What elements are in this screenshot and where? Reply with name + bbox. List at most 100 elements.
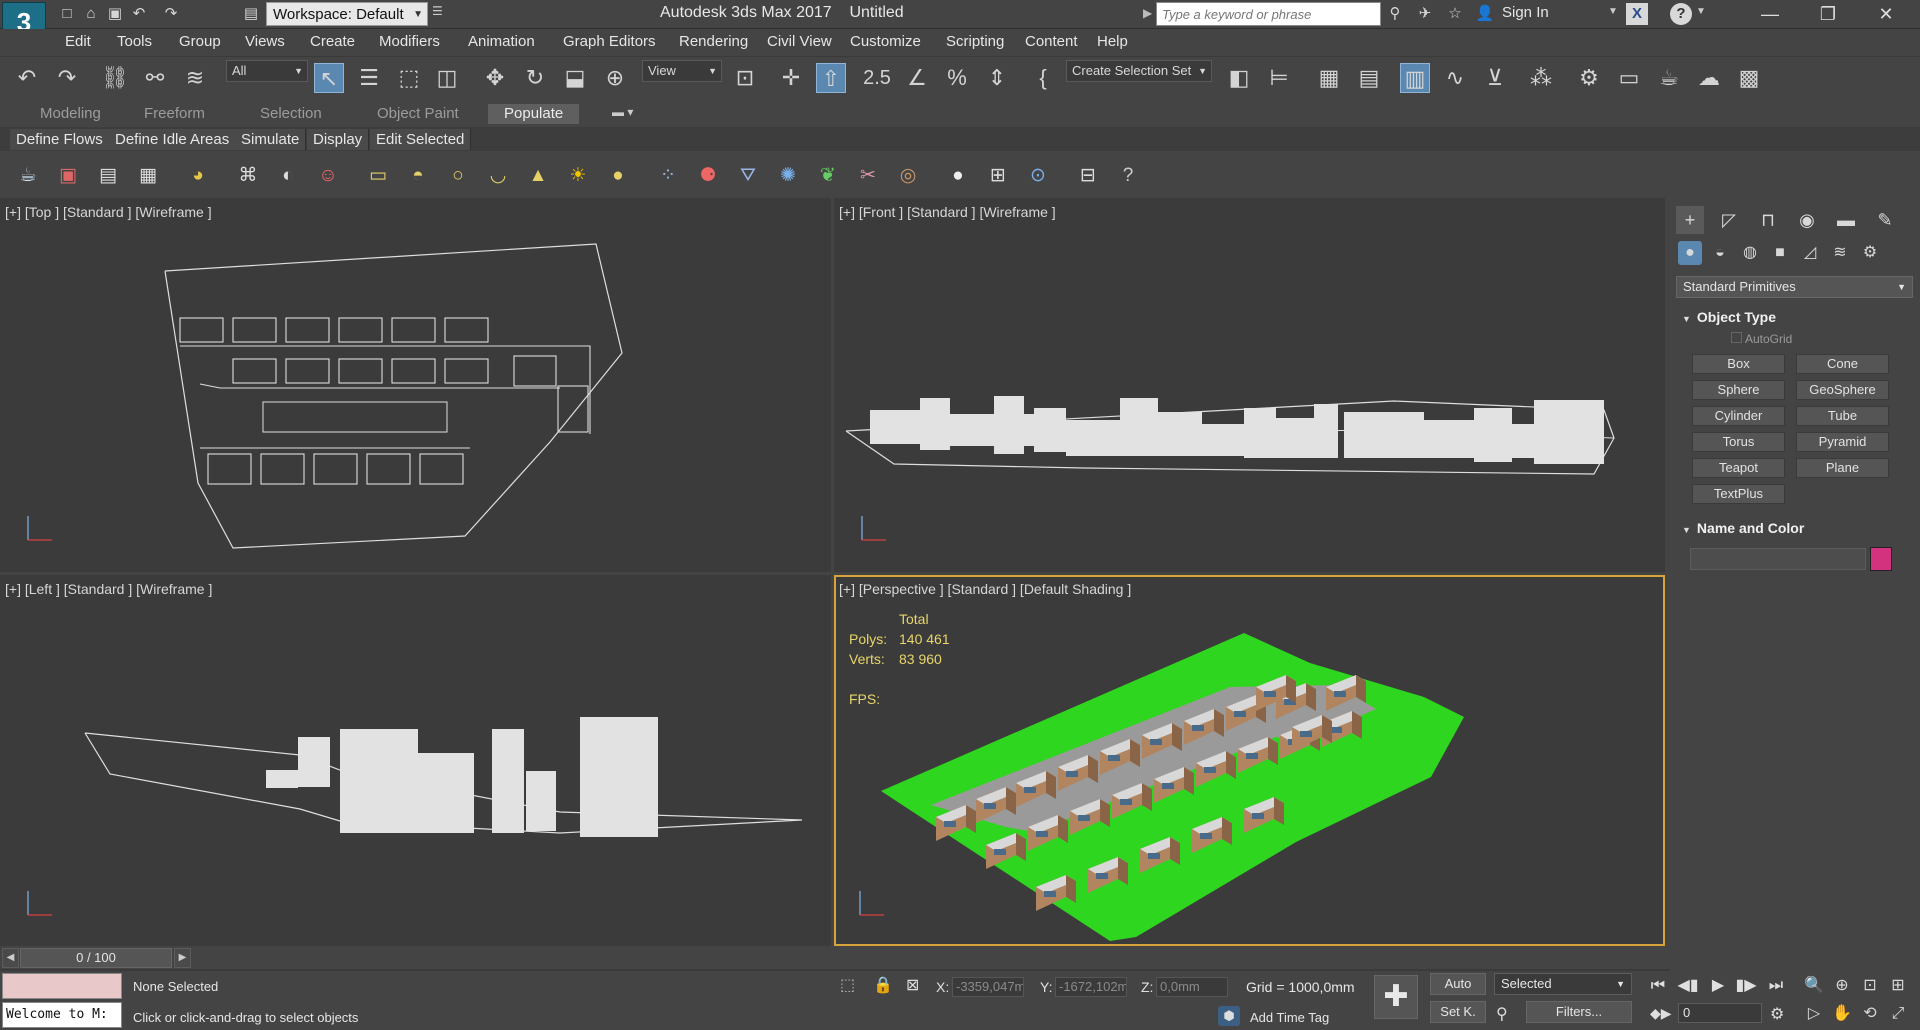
lights-icon[interactable]: ◍ — [1738, 241, 1762, 265]
viewport-top[interactable]: [+] [Top ] [Standard ] [Wireframe ] — [0, 198, 831, 572]
time-slider[interactable]: 0 / 100 — [20, 948, 172, 968]
select-manipulate-icon[interactable]: ✛ — [776, 63, 806, 93]
pyramid-button[interactable]: Pyramid — [1796, 432, 1889, 452]
field-of-view-icon[interactable]: ▷ — [1802, 1003, 1826, 1025]
particle-icon[interactable]: ⁘ — [654, 162, 682, 190]
time-tag-icon[interactable]: ⬢ — [1218, 1006, 1240, 1026]
maximize-viewport-icon[interactable]: ⤢ — [1886, 1003, 1910, 1025]
z-coord-field[interactable]: 0,0mm — [1156, 977, 1228, 997]
effects-icon[interactable]: ⊙ — [1024, 162, 1052, 190]
link-icon[interactable]: ⛓ — [100, 63, 130, 93]
biped-tool-icon[interactable]: ☺ — [314, 162, 342, 190]
exchange-apps-icon[interactable]: X — [1626, 3, 1648, 25]
menu-customize[interactable]: Customize — [850, 33, 921, 50]
ribbon-options-icon[interactable]: ▬ ▾ — [612, 105, 633, 119]
rollout-object-type[interactable]: ▼ Object Type — [1676, 307, 1913, 327]
define-idle-areas-button[interactable]: Define Idle Areas — [109, 129, 237, 150]
isolate-selection-icon[interactable]: ⬚ — [840, 975, 855, 995]
material-sphere-icon[interactable]: ● — [944, 162, 972, 190]
snaps-toggle-icon[interactable]: 2.5 — [862, 63, 892, 93]
menu-content[interactable]: Content — [1025, 33, 1078, 50]
window-crossing-icon[interactable]: ◫ — [432, 63, 462, 93]
box-button[interactable]: Box — [1692, 354, 1785, 374]
auto-key-button[interactable]: Auto — [1430, 973, 1486, 995]
redo-tool-icon[interactable]: ↷ — [52, 63, 82, 93]
new-scene-icon[interactable]: □ — [56, 3, 78, 25]
set-key-button[interactable]: Set K. — [1430, 1001, 1486, 1023]
zoom-extents-all-icon[interactable]: ⊞ — [1886, 975, 1910, 997]
sphere-light-icon[interactable]: ○ — [444, 162, 472, 190]
object-category-dropdown[interactable]: Standard Primitives ▼ — [1676, 276, 1913, 298]
orbit-icon[interactable]: ⟲ — [1858, 1003, 1882, 1025]
object-name-input[interactable] — [1690, 548, 1866, 570]
light-lister-icon[interactable]: ◕ — [184, 162, 212, 190]
menu-modifiers[interactable]: Modifiers — [379, 33, 440, 50]
display-button[interactable]: Display — [307, 129, 370, 150]
geosphere-button[interactable]: GeoSphere — [1796, 380, 1889, 400]
pan-view-icon[interactable]: ✋ — [1830, 1003, 1854, 1025]
mirror-icon[interactable]: ◧ — [1224, 63, 1254, 93]
render-frame-tool-icon[interactable]: ▣ — [54, 162, 82, 190]
track-bar[interactable] — [0, 969, 1670, 971]
edit-selected-button[interactable]: Edit Selected — [370, 129, 472, 150]
current-frame-field[interactable]: 0 — [1678, 1003, 1762, 1023]
tube-button[interactable]: Tube — [1796, 406, 1889, 426]
dome-light-icon[interactable]: ◓ — [404, 162, 432, 190]
atmosphere-icon[interactable]: ✺ — [774, 162, 802, 190]
play-icon[interactable]: ▶ — [1706, 975, 1730, 997]
maxscript-listener-input[interactable]: Welcome to M: — [2, 1002, 122, 1028]
help-chevron-icon[interactable]: ▼ — [1696, 6, 1706, 17]
geometry-icon[interactable]: ● — [1678, 241, 1702, 265]
time-slider-prev-icon[interactable]: ◀ — [2, 948, 19, 968]
align-icon[interactable]: ⊨ — [1264, 63, 1294, 93]
utilities-panel-icon[interactable]: ✎ — [1871, 206, 1899, 234]
undo-tool-icon[interactable]: ↶ — [12, 63, 42, 93]
dynamics-icon[interactable]: ⚈ — [694, 162, 722, 190]
maxscript-listener-output[interactable] — [2, 973, 122, 999]
tab-freeform[interactable]: Freeform — [144, 105, 205, 122]
zoom-icon[interactable]: 🔍 — [1802, 975, 1826, 997]
menu-tools[interactable]: Tools — [117, 33, 152, 50]
schematic-view-icon[interactable]: ⊻ — [1480, 63, 1510, 93]
viewport-front[interactable]: [+] [Front ] [Standard ] [Wireframe ] — [834, 198, 1665, 572]
sphere-button[interactable]: Sphere — [1692, 380, 1785, 400]
render-production-icon[interactable]: ☕ — [1654, 63, 1684, 93]
time-slider-next-icon[interactable]: ▶ — [174, 948, 191, 968]
space-warps-icon[interactable]: ≋ — [1828, 241, 1852, 265]
rotate-icon[interactable]: ↻ — [520, 63, 550, 93]
render-in-cloud-icon[interactable]: ☁ — [1694, 63, 1724, 93]
subscription-icon[interactable]: ✈ — [1414, 3, 1436, 25]
move-icon[interactable]: ✥ — [480, 63, 510, 93]
teapot-tool-icon[interactable]: ☕ — [14, 162, 42, 190]
camera-tool-icon[interactable]: ⌘ — [234, 162, 262, 190]
create-panel-icon[interactable]: + — [1676, 206, 1704, 234]
signin-chevron-icon[interactable]: ▼ — [1608, 6, 1618, 17]
angle-snap-icon[interactable]: ∠ — [902, 63, 932, 93]
key-filter-dropdown[interactable]: Selected ▼ — [1494, 973, 1632, 995]
modify-panel-icon[interactable]: ◸ — [1715, 206, 1743, 234]
favorites-star-icon[interactable]: ☆ — [1444, 3, 1466, 25]
rendered-frame-window-icon[interactable]: ▭ — [1614, 63, 1644, 93]
edit-named-selection-icon[interactable]: { — [1028, 63, 1058, 93]
textplus-button[interactable]: TextPlus — [1692, 484, 1785, 504]
percent-snap-icon[interactable]: % — [942, 63, 972, 93]
absolute-mode-icon[interactable]: ⊠ — [906, 975, 919, 995]
y-coord-field[interactable]: -1672,102m — [1055, 977, 1127, 997]
cameras-icon[interactable]: ■ — [1768, 241, 1792, 265]
cylinder-button[interactable]: Cylinder — [1692, 406, 1785, 426]
binoculars-icon[interactable]: ⚲ — [1384, 3, 1406, 25]
menu-civil-view[interactable]: Civil View — [767, 33, 832, 50]
menu-edit[interactable]: Edit — [65, 33, 91, 50]
redo-icon[interactable]: ↷ — [160, 3, 182, 25]
simulate-button[interactable]: Simulate — [235, 129, 307, 150]
extras-help-icon[interactable]: ? — [1114, 162, 1142, 190]
reference-coordinate-dropdown[interactable]: View ▼ — [642, 60, 722, 82]
rollout-name-and-color[interactable]: ▼ Name and Color — [1676, 518, 1913, 538]
curve-editor-icon[interactable]: ∿ — [1440, 63, 1470, 93]
helper-icon[interactable]: ⛛ — [734, 162, 762, 190]
hair-fur-icon[interactable]: ✂ — [854, 162, 882, 190]
grid-tool-icon[interactable]: ▦ — [134, 162, 162, 190]
spinner-snap-icon[interactable]: ⇕ — [982, 63, 1012, 93]
export-icon[interactable]: ⊟ — [1074, 162, 1102, 190]
restore-icon[interactable]: ❐ — [1800, 0, 1856, 29]
